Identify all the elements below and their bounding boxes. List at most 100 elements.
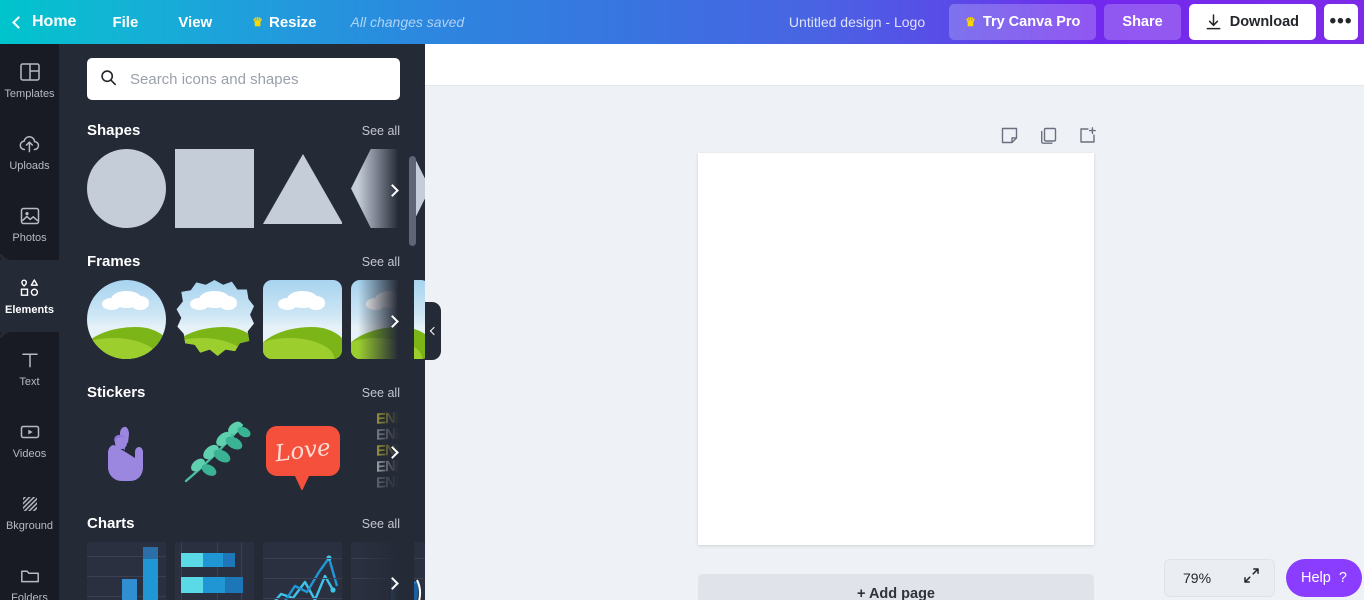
menu-view-label: View	[178, 13, 213, 31]
section-title-stickers: Stickers	[87, 384, 146, 401]
sidebar-item-videos[interactable]: Videos	[0, 404, 59, 476]
resize-button[interactable]: ♛ Resize	[232, 0, 336, 44]
zoom-control[interactable]: 79%	[1164, 559, 1275, 597]
section-title-frames: Frames	[87, 253, 141, 270]
sidebar-item-templates[interactable]: Templates	[0, 44, 59, 116]
sticker-tile-leaf-branch[interactable]	[175, 411, 254, 490]
frame-tile-scallop[interactable]	[175, 280, 254, 359]
charts-row	[59, 542, 425, 600]
see-all-shapes[interactable]: See all	[362, 124, 400, 138]
chevron-right-icon	[386, 576, 399, 590]
duplicate-page-icon[interactable]	[1037, 124, 1059, 146]
chart-tile-stacked-bar[interactable]	[175, 542, 254, 600]
home-button[interactable]: Home	[0, 0, 92, 44]
search-icon	[101, 70, 117, 86]
shape-tile-triangle[interactable]	[263, 149, 342, 228]
see-all-stickers[interactable]: See all	[362, 386, 400, 400]
sticker-tile-finger-heart[interactable]	[87, 411, 166, 490]
video-icon	[20, 425, 39, 438]
chart-tile-line[interactable]	[263, 542, 342, 600]
sidebar-label-uploads: Uploads	[9, 159, 50, 172]
section-frames: Frames See all	[59, 253, 425, 362]
share-label: Share	[1122, 14, 1163, 30]
search-input[interactable]	[87, 58, 400, 100]
editor-area: + Add page	[425, 44, 1364, 600]
elements-icon	[20, 278, 38, 296]
download-button[interactable]: Download	[1188, 4, 1316, 40]
section-title-shapes: Shapes	[87, 122, 141, 139]
section-header-shapes: Shapes See all	[59, 122, 425, 139]
line-chart-icon	[274, 555, 339, 600]
panel-scrollbar[interactable]	[409, 156, 416, 246]
download-label: Download	[1229, 14, 1299, 30]
sidebar-label-photos: Photos	[12, 231, 47, 244]
frames-next-button[interactable]	[383, 306, 405, 336]
top-bar-left-group: Home File View ♛ Resize All changes save…	[0, 0, 464, 44]
top-bar-right-group: Untitled design - Logo ♛ Try Canva Pro S…	[789, 0, 1364, 44]
page-tools	[998, 124, 1098, 146]
love-bubble: Love	[265, 425, 340, 490]
menu-view[interactable]: View	[158, 0, 232, 44]
try-canva-pro-button[interactable]: ♛ Try Canva Pro	[949, 4, 1097, 40]
menu-file[interactable]: File	[92, 0, 158, 44]
home-label: Home	[32, 13, 77, 30]
leaf-branch-icon	[184, 421, 250, 482]
resize-label: Resize	[268, 13, 317, 31]
see-all-charts[interactable]: See all	[362, 517, 400, 531]
see-all-frames[interactable]: See all	[362, 255, 400, 269]
end-text-1: END	[376, 411, 405, 428]
sidebar-item-folders[interactable]: Folders	[0, 548, 59, 600]
sticker-tile-love-bubble[interactable]: Love	[263, 411, 342, 490]
design-canvas[interactable]	[698, 153, 1094, 545]
menu-file-label: File	[112, 13, 139, 31]
sidebar-item-background[interactable]: Bkground	[0, 476, 59, 548]
background-icon	[22, 496, 37, 511]
sidebar-item-elements[interactable]: Elements	[0, 248, 59, 344]
chevron-left-icon	[12, 16, 25, 29]
add-page-button[interactable]: + Add page	[698, 574, 1094, 600]
panel-collapse-button[interactable]	[425, 302, 441, 360]
download-icon	[1206, 14, 1221, 30]
sidebar-item-uploads[interactable]: Uploads	[0, 116, 59, 188]
chart-tile-bar[interactable]	[87, 542, 166, 600]
search-box[interactable]	[87, 58, 400, 100]
add-page-label: + Add page	[856, 586, 935, 600]
zoom-level-value: 79%	[1183, 570, 1212, 586]
chevron-right-icon	[386, 314, 399, 328]
stickers-next-button[interactable]	[383, 437, 405, 467]
finger-heart-hand-icon	[107, 426, 143, 481]
frame-tile-rounded-square[interactable]	[263, 280, 342, 359]
section-shapes: Shapes See all	[59, 122, 425, 231]
chevron-right-icon	[386, 445, 399, 459]
sidebar-label-folders: Folders	[11, 591, 48, 600]
save-status: All changes saved	[350, 14, 465, 30]
section-header-frames: Frames See all	[59, 253, 425, 270]
sidebar-label-templates: Templates	[4, 87, 55, 100]
shape-tile-square[interactable]	[175, 149, 254, 228]
add-page-icon[interactable]	[1076, 124, 1098, 146]
more-options-button[interactable]: •••	[1324, 4, 1358, 40]
question-mark-icon: ?	[1338, 570, 1347, 586]
chevron-right-icon	[386, 183, 399, 197]
charts-next-button[interactable]	[383, 568, 405, 598]
share-button[interactable]: Share	[1104, 4, 1181, 40]
crown-icon: ♛	[965, 15, 976, 29]
shapes-row	[59, 149, 425, 231]
frame-tile-circle[interactable]	[87, 280, 166, 359]
sidebar-label-elements: Elements	[5, 303, 54, 316]
templates-icon	[19, 62, 40, 81]
sidebar-label-background: Bkground	[5, 519, 54, 532]
shapes-next-button[interactable]	[383, 175, 405, 205]
section-charts: Charts See all	[59, 515, 425, 600]
search-area	[59, 44, 425, 100]
section-header-stickers: Stickers See all	[59, 384, 425, 401]
expand-arrows-icon[interactable]	[1243, 567, 1260, 589]
notes-icon[interactable]	[998, 124, 1020, 146]
love-text: Love	[273, 434, 332, 467]
photo-icon	[20, 207, 39, 224]
design-title[interactable]: Untitled design - Logo	[789, 14, 941, 30]
help-button[interactable]: Help ?	[1286, 559, 1362, 597]
shape-tile-circle[interactable]	[87, 149, 166, 228]
frames-row	[59, 280, 425, 362]
sidebar-item-text[interactable]: Text	[0, 332, 59, 404]
